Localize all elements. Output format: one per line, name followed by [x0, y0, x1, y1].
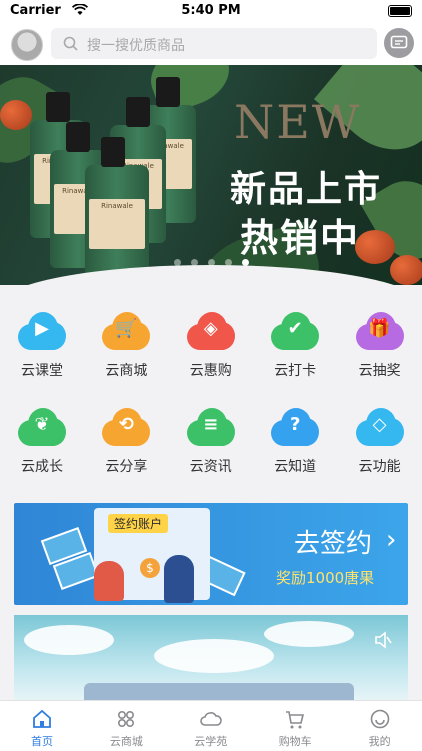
battery-icon	[388, 5, 412, 17]
tab-label: 我的	[368, 735, 391, 748]
search-input[interactable]: 搜一搜优质商品	[87, 35, 185, 55]
tab-cloud[interactable]: 云学苑	[169, 701, 253, 751]
reward-text: 奖励1000唐果	[276, 569, 375, 587]
menu-item-cart[interactable]: 🛒 云商城	[84, 312, 168, 380]
menu-item-tag[interactable]: ◈ 云惠购	[169, 312, 253, 380]
video-player[interactable]	[14, 615, 408, 700]
menu-item-share[interactable]: ⟲ 云分享	[84, 408, 168, 476]
contract-card-title: 签约账户	[108, 514, 169, 533]
menu-item-cube[interactable]: ◇ 云功能	[338, 408, 422, 476]
gift-icon: 🎁	[355, 312, 404, 350]
menu-item-label: 云功能	[358, 459, 401, 475]
cart-icon	[286, 711, 305, 729]
menu-item-play[interactable]: ▶ 云课堂	[0, 312, 84, 380]
menu-item-gift[interactable]: 🎁 云抽奖	[338, 312, 422, 380]
mute-speaker-icon[interactable]	[374, 631, 392, 649]
tab-home[interactable]: 首页	[0, 701, 84, 751]
menu-item-label: 云课堂	[21, 363, 63, 379]
sign-contract-banner[interactable]: 签约账户 $ 去签约 › 奖励1000唐果	[14, 503, 408, 605]
product-bottle: Rinawale	[85, 137, 149, 283]
play-icon: ▶	[18, 312, 66, 350]
home-icon	[33, 709, 51, 728]
cart-icon: 🛒	[102, 312, 151, 350]
bottom-tab-bar: 首页 云商城 云学苑 购物车 我的	[0, 700, 422, 751]
sprout-icon: ❦	[18, 408, 66, 446]
top-header: 搜一搜优质商品	[0, 22, 422, 65]
menu-item-news[interactable]: ≡ 云资讯	[169, 408, 253, 476]
avatar[interactable]	[11, 29, 43, 61]
cloud-decoration	[154, 639, 274, 673]
menu-item-question[interactable]: ? 云知道	[253, 408, 337, 476]
grid-icon	[118, 711, 135, 728]
menu-item-label: 云知道	[274, 459, 317, 475]
person-figure	[94, 561, 124, 601]
menu-item-label: 云商城	[105, 363, 148, 379]
menu-item-label: 云成长	[21, 459, 63, 475]
tab-label: 云商城	[109, 735, 143, 748]
cloud-decoration	[24, 625, 114, 655]
menu-item-label: 云抽奖	[358, 363, 401, 379]
berry-decoration	[355, 230, 395, 264]
video-scene-object	[84, 683, 354, 700]
menu-item-label: 云资讯	[189, 459, 232, 475]
search-icon	[63, 36, 78, 51]
tab-label: 首页	[31, 735, 53, 748]
calendar-check-icon: ✔	[271, 312, 320, 350]
message-button[interactable]	[384, 28, 414, 58]
menu-item-label: 云打卡	[274, 363, 317, 379]
person-figure	[164, 555, 194, 603]
news-icon: ≡	[186, 408, 235, 446]
menu-item-calendar-check[interactable]: ✔ 云打卡	[253, 312, 337, 380]
tab-label: 云学苑	[194, 735, 228, 748]
berry-decoration	[390, 255, 422, 285]
cloud-decoration	[264, 621, 354, 647]
banner-headline: 新品上市	[230, 169, 383, 210]
message-icon	[390, 35, 408, 49]
banner-subheadline: 热销中	[240, 216, 361, 260]
tag-icon: ◈	[186, 312, 235, 350]
tab-label: 购物车	[278, 735, 312, 748]
chevron-right-icon: ›	[386, 525, 397, 555]
search-bar[interactable]: 搜一搜优质商品	[51, 28, 377, 59]
status-bar: Carrier 5:40 PM	[0, 0, 422, 22]
cube-icon: ◇	[355, 408, 404, 446]
tab-grid[interactable]: 云商城	[84, 701, 168, 751]
question-icon: ?	[271, 408, 320, 446]
coin-icon: $	[140, 558, 160, 578]
berry-decoration	[0, 100, 32, 130]
tab-cart[interactable]: 购物车	[253, 701, 337, 751]
banner-new-text: NEW	[234, 95, 362, 149]
promo-banner-carousel[interactable]: Rinawale Rinawale Rinawale Rinawale Rina…	[0, 65, 422, 285]
menu-item-label: 云分享	[105, 459, 148, 475]
cloud-icon	[200, 712, 222, 726]
tab-smile[interactable]: 我的	[338, 701, 422, 751]
menu-item-label: 云惠购	[189, 363, 232, 379]
smile-icon	[370, 709, 389, 729]
share-icon: ⟲	[102, 408, 151, 446]
menu-item-sprout[interactable]: ❦ 云成长	[0, 408, 84, 476]
sign-title: 去签约	[294, 529, 373, 559]
clock: 5:40 PM	[181, 3, 241, 18]
